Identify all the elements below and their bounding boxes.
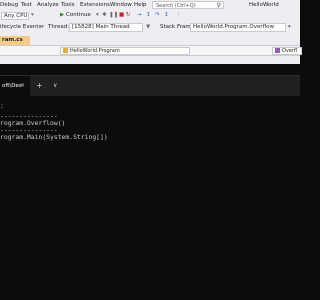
toolbar-extra-icon[interactable]: ⋮ xyxy=(176,12,182,20)
stop-icon[interactable]: ■ xyxy=(119,12,124,20)
menu-extensions[interactable]: Extensions xyxy=(80,2,110,8)
thread-value: [15828] Main Thread xyxy=(72,24,130,30)
play-icon: ▶ xyxy=(60,12,65,18)
navigation-bar: HelloWorld.Program Overfl xyxy=(0,45,302,56)
search-placeholder: Search (Ctrl+Q) xyxy=(156,3,196,9)
stack-frame-value: HelloWorld.Program.Overflow xyxy=(193,24,274,30)
step-into-icon[interactable]: ↧ xyxy=(146,12,151,20)
restart-icon[interactable]: ↻ xyxy=(126,12,131,20)
lifecycle-dropdown-icon[interactable]: ▾ xyxy=(41,24,44,30)
chevron-down-icon[interactable]: ∨ xyxy=(53,82,57,89)
thread-dropdown[interactable]: [15828] Main Thread xyxy=(69,23,143,32)
class-icon xyxy=(63,48,68,53)
console-output[interactable]: : --------------- rogram.Overflow() ----… xyxy=(0,98,300,298)
menu-analyze[interactable]: Analyze xyxy=(37,2,59,8)
solution-title: HelloWorld xyxy=(249,2,279,8)
console-line: rogram.Main(System.String[]) xyxy=(0,133,108,141)
continue-label: Continue xyxy=(65,12,91,18)
dropdown-icon[interactable]: ▾ xyxy=(31,12,34,20)
lifecycle-events-button[interactable]: ifecycle Events xyxy=(0,24,41,30)
thread-filter-icon[interactable]: ▼ xyxy=(146,24,150,30)
new-tab-icon[interactable]: + xyxy=(36,81,43,90)
continue-button[interactable]: ▶ Continue xyxy=(60,12,91,20)
search-box[interactable]: Search (Ctrl+Q) ⚲ xyxy=(152,1,224,9)
editor-tab-program[interactable]: ram.cs xyxy=(0,36,30,45)
class-navigation-dropdown[interactable]: HelloWorld.Program xyxy=(60,47,190,55)
member-navigation-dropdown[interactable]: Overfl xyxy=(272,47,302,55)
continue-dropdown-icon[interactable]: ▾ xyxy=(96,12,99,20)
hot-reload-icon[interactable]: ✱ xyxy=(102,12,107,20)
terminal-tab-bar: oft\Des × + ∨ xyxy=(0,76,300,96)
menu-test[interactable]: Test xyxy=(21,2,32,8)
menu-bar: Debug Test Analyze Tools Extensions Wind… xyxy=(0,0,300,10)
method-icon xyxy=(275,48,280,53)
terminal-window: oft\Des × + ∨ : --------------- rogram.O… xyxy=(0,75,300,300)
platform-dropdown[interactable]: Any CPU xyxy=(1,12,29,20)
visual-studio-window: Debug Test Analyze Tools Extensions Wind… xyxy=(0,0,302,64)
terminal-tab-title: oft\Des xyxy=(2,83,22,89)
thread-label: Thread: xyxy=(48,24,70,30)
platform-value: Any CPU xyxy=(4,13,28,19)
editor-tab-label: ram.cs xyxy=(2,37,23,43)
step-over-icon[interactable]: ↷ xyxy=(155,12,160,20)
editor-tab-strip: ram.cs xyxy=(0,36,300,45)
console-line: : xyxy=(0,102,4,110)
show-next-statement-icon[interactable]: → xyxy=(137,12,142,20)
menu-window[interactable]: Window xyxy=(110,2,132,8)
step-out-icon[interactable]: ↥ xyxy=(164,12,169,20)
member-navigation-value: Overfl xyxy=(282,48,298,54)
menu-tools[interactable]: Tools xyxy=(61,2,75,8)
stack-frame-dropdown-icon[interactable]: ▾ xyxy=(288,24,291,30)
class-navigation-value: HelloWorld.Program xyxy=(70,48,120,54)
stack-frame-dropdown[interactable]: HelloWorld.Program.Overflow xyxy=(190,23,286,32)
debug-location-bar: ifecycle Events ▾ Thread: [15828] Main T… xyxy=(0,22,300,33)
search-icon: ⚲ xyxy=(216,2,221,9)
standard-toolbar: Any CPU ▾ ▶ Continue ▾ ✱ ❚❚ ■ ↻ → ↧ ↷ ↥ … xyxy=(0,10,300,22)
close-tab-icon[interactable]: × xyxy=(20,82,26,89)
pause-icon[interactable]: ❚❚ xyxy=(109,12,118,20)
menu-debug[interactable]: Debug xyxy=(0,2,18,8)
menu-help[interactable]: Help xyxy=(134,2,147,8)
